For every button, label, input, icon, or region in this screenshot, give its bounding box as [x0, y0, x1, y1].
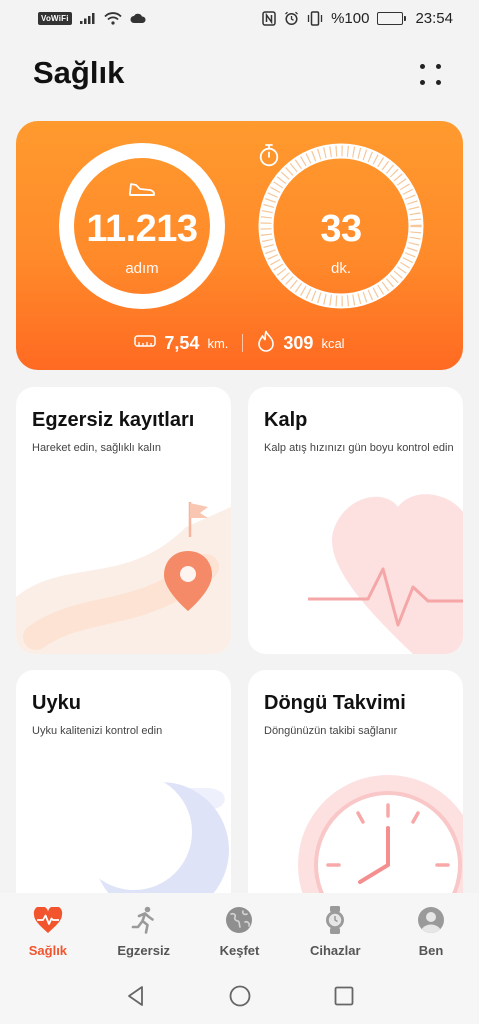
more-options-button[interactable]	[414, 58, 446, 90]
nfc-icon	[262, 10, 276, 26]
watch-icon	[324, 905, 346, 935]
dot-icon	[435, 63, 441, 69]
activity-stats-row: 7,54 km. 309 kcal	[16, 329, 463, 357]
alarm-icon	[284, 11, 299, 26]
stats-divider	[242, 334, 244, 352]
nav-label: Sağlık	[28, 943, 68, 958]
calories-value: 309	[283, 332, 314, 353]
nav-item-exercise[interactable]: Egzersiz	[104, 905, 184, 958]
tile-title: Uyku	[32, 692, 81, 714]
activity-summary-card[interactable]: 11.213 adım 33 dk. 7,54 km. 309 kcal	[16, 121, 463, 370]
battery-percentage: %100	[331, 9, 370, 27]
recents-square-icon[interactable]	[332, 984, 356, 1008]
vowifi-badge: VoWiFi	[38, 11, 72, 25]
minutes-value: 33	[320, 207, 362, 250]
shoe-icon	[128, 176, 156, 200]
minutes-unit: dk.	[330, 259, 351, 277]
minutes-content: 33 dk.	[258, 143, 424, 309]
cloud-icon	[130, 13, 146, 24]
system-navigation-bar	[0, 967, 479, 1024]
clock: 23:54	[415, 9, 453, 27]
tile-subtitle: Döngünüzün takibi sağlanır	[264, 725, 398, 737]
tile-subtitle: Uyku kalitenizi kontrol edin	[32, 725, 163, 737]
dot-icon	[419, 63, 425, 69]
steps-value: 11.213	[86, 207, 198, 250]
wifi-icon	[104, 11, 122, 25]
nav-label: Egzersiz	[117, 943, 171, 958]
status-bar-right: %100 23:54	[262, 10, 453, 27]
heart-rate-tile[interactable]: Kalp Kalp atış hızınızı gün boyu kontrol…	[248, 387, 463, 654]
steps-unit: adım	[125, 259, 159, 277]
nav-item-me[interactable]: Ben	[391, 905, 471, 958]
tile-title: Kalp	[264, 409, 308, 431]
nav-item-discover[interactable]: Keşfet	[199, 905, 279, 958]
signal-icon	[79, 12, 96, 24]
nav-item-devices[interactable]: Cihazlar	[295, 905, 375, 958]
battery-icon	[377, 11, 407, 25]
tile-subtitle: Kalp atış hızınızı gün boyu kontrol edin	[264, 442, 454, 454]
nav-label: Cihazlar	[309, 943, 361, 958]
nav-item-health[interactable]: Sağlık	[8, 905, 88, 958]
running-icon	[131, 905, 157, 935]
heart-pulse-icon	[33, 905, 63, 935]
back-triangle-icon[interactable]	[124, 984, 148, 1008]
steps-content: 11.213 adım	[59, 143, 225, 309]
tile-title: Döngü Takvimi	[264, 692, 406, 714]
globe-icon	[225, 905, 253, 935]
calories-stat: 309 kcal	[257, 330, 345, 357]
nav-label: Ben	[418, 943, 444, 958]
profile-icon	[417, 905, 445, 935]
tile-title: Egzersiz kayıtları	[32, 409, 195, 431]
distance-value: 7,54	[164, 332, 200, 353]
ruler-icon	[134, 334, 157, 353]
steps-ring[interactable]: 11.213 adım	[59, 143, 225, 309]
exercise-records-tile[interactable]: Egzersiz kayıtları Hareket edin, sağlıkl…	[16, 387, 231, 654]
tile-subtitle: Hareket edin, sağlıklı kalın	[32, 442, 162, 454]
nav-label: Keşfet	[219, 943, 260, 958]
dot-icon	[435, 79, 441, 85]
distance-unit: km.	[207, 335, 229, 351]
status-bar: VoWiFi %100 23:54	[0, 0, 479, 36]
home-circle-icon[interactable]	[228, 984, 252, 1008]
dot-icon	[419, 79, 425, 85]
distance-stat: 7,54 km.	[134, 333, 228, 354]
page-title: Sağlık	[33, 55, 125, 90]
vibrate-icon	[307, 10, 323, 26]
status-bar-left: VoWiFi	[38, 11, 146, 25]
calories-unit: kcal	[321, 335, 345, 351]
active-minutes-ring[interactable]: 33 dk.	[258, 143, 424, 309]
bottom-navigation: Sağlık Egzersiz Keşfet Cihazlar Ben	[0, 893, 479, 967]
flame-icon	[257, 330, 275, 357]
